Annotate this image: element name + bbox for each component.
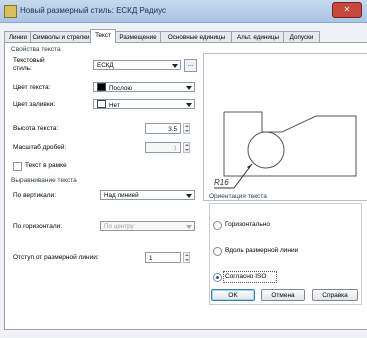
iso-radio[interactable]: [213, 273, 222, 282]
orientation-section: Ориентация текста Горизонтально Вдоль ра…: [203, 191, 366, 305]
preview-dimension-text: R16: [214, 178, 229, 187]
chevron-down-icon: [186, 194, 192, 198]
alignment-title: Выравнивание текста: [11, 177, 77, 184]
chevron-down-icon: [172, 64, 178, 68]
chevron-down-icon: [186, 103, 192, 107]
text-style-browse-button[interactable]: ...: [184, 59, 197, 72]
text-height-spinner[interactable]: [183, 123, 190, 134]
text-style-label-2: стиль:: [13, 65, 32, 72]
text-color-label: Цвет текста:: [13, 84, 51, 91]
offset-label: Отступ от размерной линии:: [13, 254, 99, 261]
horizontal-value: По центру: [104, 223, 134, 230]
fill-color-select[interactable]: Нет: [93, 99, 195, 109]
app-icon: [4, 5, 17, 18]
text-height-label: Высота текста:: [13, 125, 59, 132]
chevron-down-icon: [186, 225, 192, 229]
window-title: Новый размерный стиль: ЕСКД Радиус: [20, 6, 167, 15]
fill-color-label: Цвет заливки:: [13, 101, 56, 108]
text-color-select[interactable]: Послою: [93, 82, 195, 92]
fill-color-value: Нет: [109, 102, 120, 109]
text-frame-label: Текст в рамке: [25, 162, 67, 169]
fraction-scale-spinner[interactable]: [183, 142, 190, 153]
color-swatch-icon: [97, 83, 106, 91]
horizontal-select[interactable]: По центру: [100, 221, 195, 231]
text-props-title: Свойства текста: [11, 46, 61, 53]
horizontal-radio[interactable]: [213, 221, 222, 230]
fraction-scale-input[interactable]: 1: [145, 142, 181, 153]
vertical-select[interactable]: Над линией: [100, 190, 195, 200]
help-button[interactable]: Справка: [312, 289, 358, 301]
cancel-button[interactable]: Отмена: [261, 289, 305, 301]
close-button[interactable]: ✕: [332, 2, 362, 18]
text-frame-checkbox[interactable]: [13, 162, 22, 171]
offset-input[interactable]: 1: [145, 252, 181, 263]
orientation-title: Ориентация текста: [209, 193, 267, 200]
ok-button[interactable]: OK: [211, 289, 255, 301]
text-style-label-1: Текстовый: [13, 57, 45, 64]
preview-pane: R16: [203, 53, 367, 201]
text-height-input[interactable]: 3.5: [145, 123, 181, 134]
chevron-down-icon: [186, 86, 192, 90]
aligned-option-label: Вдоль размерной линии: [225, 247, 299, 254]
empty-swatch-icon: [97, 100, 106, 108]
title-bar[interactable]: Новый размерный стиль: ЕСКД Радиус ✕: [0, 0, 367, 23]
text-tab-panel: Свойства текста Текстовый стиль: ЕСКД ..…: [4, 42, 367, 330]
fraction-scale-label: Масштаб дробей:: [13, 144, 67, 151]
tab-bar: Линии Символы и стрелки Текст Размещение…: [4, 29, 366, 43]
vertical-value: Над линией: [104, 192, 139, 199]
horizontal-option-label: Горизонтально: [225, 221, 270, 228]
vertical-label: По вертикали:: [13, 192, 56, 199]
dimension-preview-drawing: R16: [214, 111, 357, 189]
offset-spinner[interactable]: [183, 252, 190, 263]
horizontal-label: По горизонтали:: [13, 223, 63, 230]
text-style-value: ЕСКД: [97, 62, 114, 69]
dimension-style-dialog: Новый размерный стиль: ЕСКД Радиус ✕ Лин…: [0, 0, 367, 338]
tab-text[interactable]: Текст: [90, 29, 116, 43]
text-color-value: Послою: [109, 85, 133, 92]
text-style-select[interactable]: ЕСКД: [93, 60, 181, 70]
aligned-radio[interactable]: [213, 247, 222, 256]
iso-option-label: Согласно ISO: [225, 273, 267, 280]
